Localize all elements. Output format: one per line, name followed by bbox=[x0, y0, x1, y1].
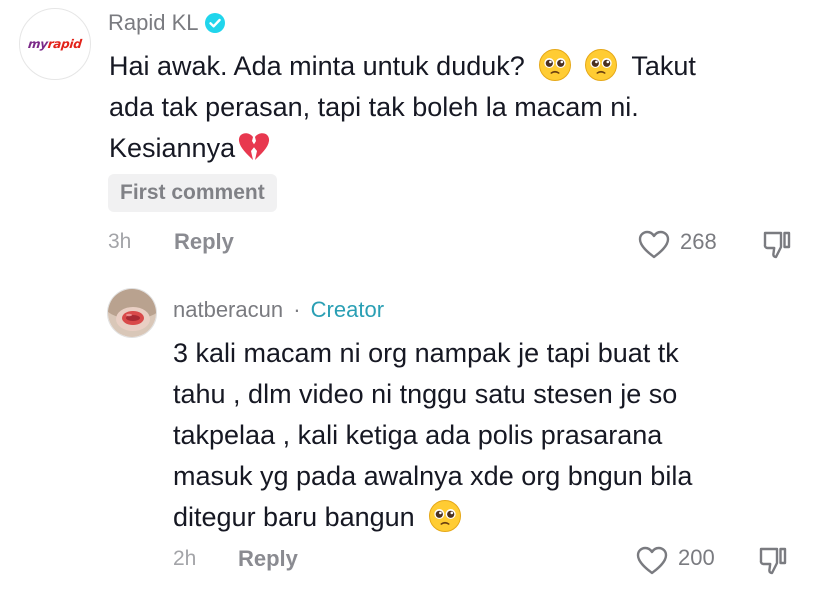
comment-line: takpelaa , kali ketiga ada polis prasara… bbox=[173, 420, 663, 450]
comment-username[interactable]: Rapid KL bbox=[108, 10, 225, 36]
comment-line: Kesiannya bbox=[109, 128, 696, 169]
username-text[interactable]: Rapid KL bbox=[108, 10, 199, 36]
comment-rapidkl: myrapid Rapid KL Hai awak. Ada minta unt… bbox=[0, 0, 823, 270]
verified-badge-icon bbox=[204, 13, 225, 33]
pleading-face-emoji-icon bbox=[429, 499, 462, 532]
comment-line: ditegur baru bangun bbox=[173, 497, 692, 538]
pleading-face-emoji-icon bbox=[539, 48, 572, 81]
like-count: 200 bbox=[678, 545, 715, 570]
dislike-icon[interactable] bbox=[757, 545, 789, 577]
comment-text: Hai awak. Ada minta untuk duduk? Takut a… bbox=[109, 46, 696, 169]
creator-label: Creator bbox=[310, 297, 385, 322]
separator-dot: · bbox=[293, 297, 301, 322]
avatar-photo bbox=[108, 289, 156, 337]
username-text[interactable]: natberacun bbox=[173, 297, 283, 322]
broken-heart-emoji-icon bbox=[239, 133, 270, 160]
dislike-icon[interactable] bbox=[761, 229, 793, 261]
reply-button[interactable]: Reply bbox=[238, 546, 298, 572]
comment-text: 3 kali macam ni org nampak je tapi buat … bbox=[173, 333, 692, 538]
pleading-face-emoji-icon bbox=[584, 48, 617, 81]
comment-timestamp: 2h bbox=[173, 547, 197, 570]
heart-icon[interactable] bbox=[636, 546, 668, 575]
comment-line: tahu , dlm video ni tnggu satu stesen je… bbox=[173, 379, 678, 409]
reply-button[interactable]: Reply bbox=[174, 229, 234, 255]
comment-username[interactable]: natberacun · Creator bbox=[173, 297, 384, 323]
comment-line: 3 kali macam ni org nampak je tapi buat … bbox=[173, 338, 679, 368]
myrapid-logo: myrapid bbox=[27, 37, 83, 51]
heart-icon[interactable] bbox=[638, 230, 670, 259]
like-count: 268 bbox=[680, 229, 717, 254]
comment-line: ada tak perasan, tapi tak boleh la macam… bbox=[109, 92, 639, 122]
comment-timestamp: 3h bbox=[108, 230, 132, 253]
comment-line: Hai awak. Ada minta untuk duduk? Takut bbox=[109, 46, 696, 87]
first-comment-badge: First comment bbox=[108, 174, 277, 212]
avatar[interactable]: myrapid bbox=[19, 8, 91, 80]
comment-line: masuk yg pada awalnya xde org bngun bila bbox=[173, 461, 693, 491]
avatar[interactable] bbox=[107, 288, 157, 338]
